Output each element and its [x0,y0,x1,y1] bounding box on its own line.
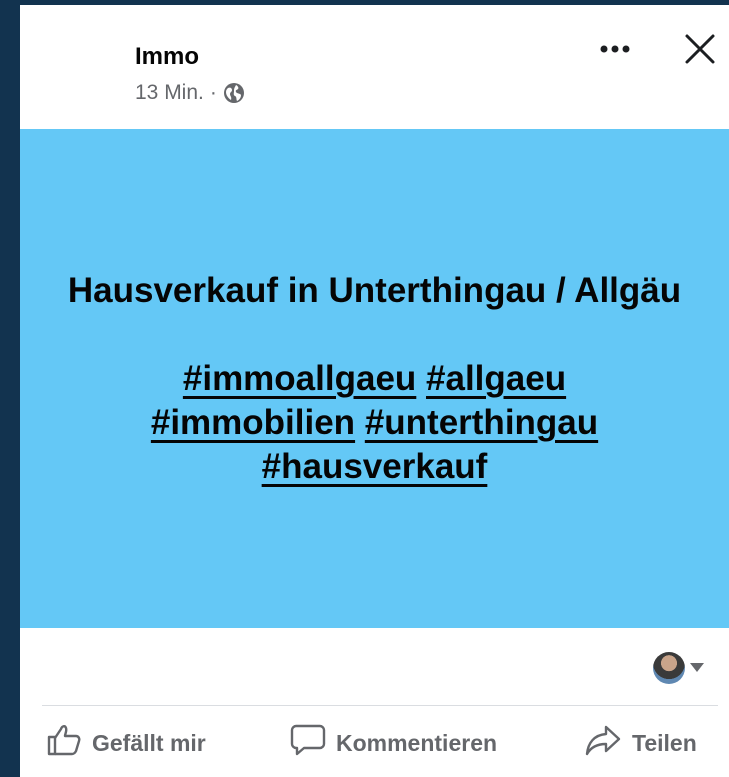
hashtag-link[interactable]: #immoallgaeu [183,359,416,398]
thumbs-up-icon [46,723,92,763]
hashtag-link[interactable]: #hausverkauf [262,447,488,486]
share-icon [584,723,632,763]
comment-icon [290,723,336,763]
post-headline: Hausverkauf in Unterthingau / Allgäu [67,270,682,310]
actions-divider [42,705,718,706]
close-icon [684,33,716,70]
like-label: Gefällt mir [92,729,206,756]
meta-separator: · [209,81,217,104]
hashtag-list: #immoallgaeu #allgaeu #immobilien #unter… [65,357,685,489]
globe-icon [223,82,245,104]
close-button[interactable] [678,29,722,73]
hashtag-link[interactable]: #immobilien [151,403,355,442]
post-time[interactable]: 13 Min. [135,81,204,105]
more-options-button[interactable] [595,31,635,67]
share-button[interactable]: Teilen [584,709,697,777]
post-header: Immo 13 Min. · [20,5,729,129]
reactions-row [20,628,729,708]
post-as-selector[interactable] [653,652,704,684]
author-name[interactable]: Immo [135,43,199,71]
caret-down-icon [690,659,704,677]
post-meta: 13 Min. · [135,81,245,105]
post-card: Immo 13 Min. · Hausverkauf in Unterthing… [20,5,729,777]
comment-button[interactable]: Kommentieren [290,709,497,777]
more-options-icon [600,40,630,58]
hashtag-link[interactable]: #unterthingau [365,403,598,442]
post-actions: Gefällt mir Kommentieren Teilen [20,709,729,777]
like-button[interactable]: Gefällt mir [46,709,206,777]
share-label: Teilen [632,729,697,756]
post-banner: Hausverkauf in Unterthingau / Allgäu #im… [20,129,729,628]
avatar [653,652,685,684]
hashtag-link[interactable]: #allgaeu [426,359,566,398]
comment-label: Kommentieren [336,729,498,756]
